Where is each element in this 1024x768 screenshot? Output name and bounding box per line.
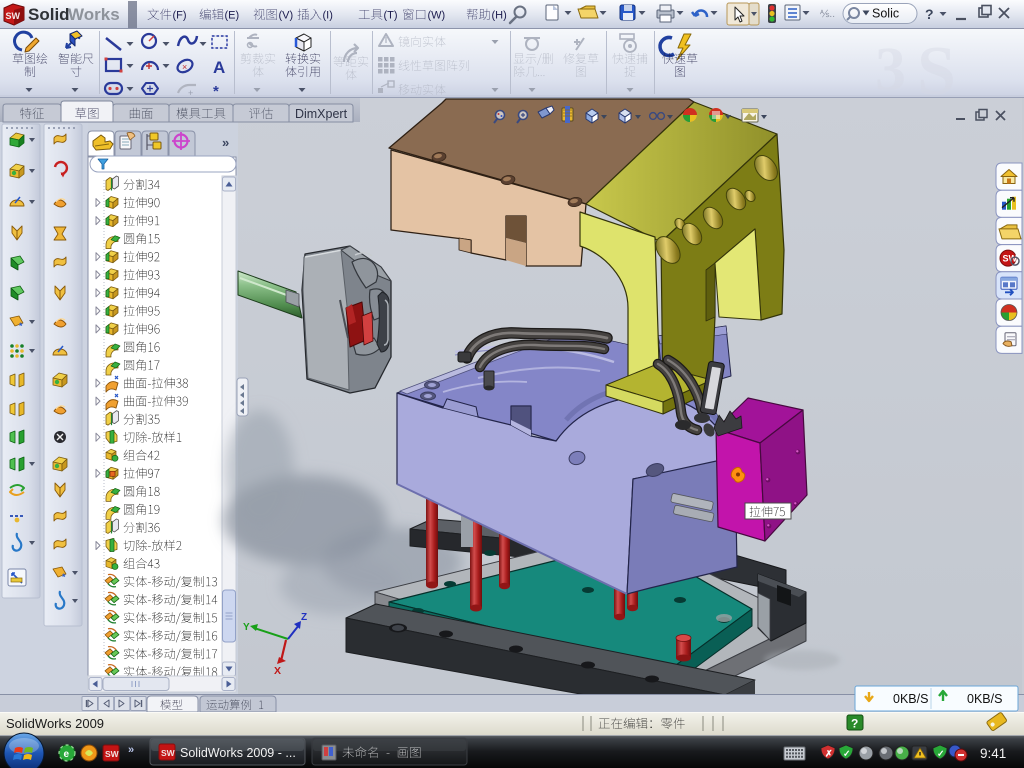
svg-text:A: A	[213, 58, 225, 77]
svg-text:×: ×	[182, 62, 187, 72]
svg-text:(F): (F)	[173, 10, 187, 22]
svg-text:*: *	[19, 321, 23, 331]
svg-text:SW: SW	[6, 11, 21, 21]
svg-text:?: ?	[925, 6, 934, 22]
svg-text:(W): (W)	[428, 10, 446, 22]
svg-text:*: *	[213, 83, 219, 100]
svg-text:Works: Works	[68, 5, 120, 24]
svg-text:(E): (E)	[225, 10, 240, 22]
svg-text:✓: ✓	[937, 749, 945, 759]
svg-text:Y: Y	[243, 622, 250, 633]
svg-text:(I): (I)	[323, 10, 333, 22]
svg-text:⅍..: ⅍..	[820, 9, 835, 20]
svg-text:SolidWorks 2009: SolidWorks 2009	[6, 716, 104, 731]
svg-text:SW: SW	[161, 748, 176, 758]
svg-text:?: ?	[851, 717, 858, 731]
svg-text:9:41: 9:41	[980, 746, 1006, 761]
svg-text:*: *	[62, 572, 66, 582]
svg-text:(H): (H)	[492, 10, 507, 22]
svg-text:0KB/S: 0KB/S	[893, 692, 928, 706]
svg-text:SolidWorks 2009 - ...: SolidWorks 2009 - ...	[180, 746, 296, 760]
svg-text:Solid: Solid	[28, 5, 70, 24]
svg-text:✗: ✗	[825, 749, 833, 759]
svg-text:X: X	[274, 665, 281, 677]
svg-text:3: 3	[875, 36, 906, 104]
svg-text:Solic: Solic	[872, 7, 899, 21]
svg-text:e: e	[64, 749, 70, 760]
svg-text:»: »	[128, 744, 134, 756]
svg-text:+: +	[188, 88, 193, 98]
svg-text:✓: ✓	[843, 749, 851, 759]
svg-text:DimXpert: DimXpert	[295, 107, 348, 121]
svg-text:SW: SW	[105, 749, 120, 759]
svg-text:(V): (V)	[279, 10, 294, 22]
svg-text:SW: SW	[1003, 254, 1018, 264]
svg-text:(T): (T)	[384, 10, 398, 22]
svg-text:»: »	[222, 135, 229, 150]
svg-text:Z: Z	[301, 612, 307, 623]
svg-text:0KB/S: 0KB/S	[967, 692, 1002, 706]
